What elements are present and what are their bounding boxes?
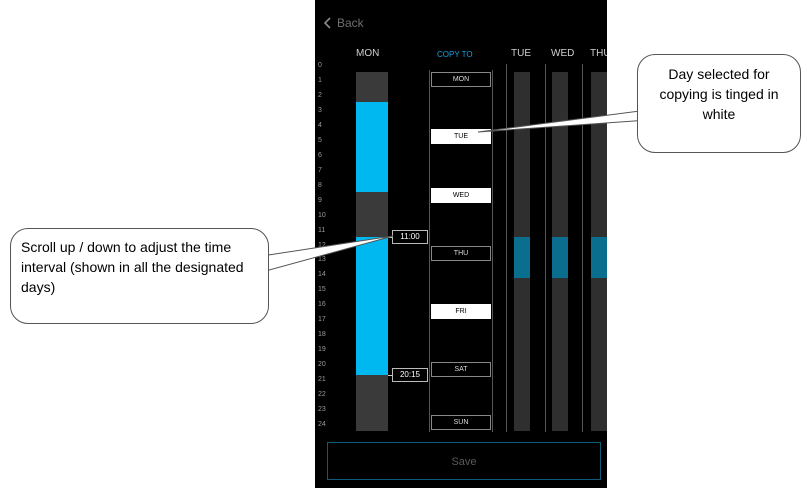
- copy-day-sat-button[interactable]: SAT: [431, 362, 491, 377]
- hour-label: 14: [318, 271, 326, 279]
- copy-day-fri-button[interactable]: FRI: [431, 304, 491, 319]
- column-divider: [506, 64, 507, 432]
- column-divider: [582, 64, 583, 432]
- copied-interval-bar: [514, 236, 530, 279]
- hour-label: 3: [318, 106, 322, 114]
- thursday-header: THU: [590, 48, 607, 59]
- hour-label: 15: [318, 286, 326, 294]
- hour-label: 21: [318, 376, 326, 384]
- hour-label: 18: [318, 331, 326, 339]
- start-time-handle[interactable]: 11:00: [392, 229, 428, 244]
- hour-label: 2: [318, 91, 322, 99]
- wednesday-time-track: [552, 72, 568, 431]
- copy-day-mon-button[interactable]: MON: [431, 72, 491, 87]
- scroll-callout: Scroll up / down to adjust the time inte…: [10, 228, 269, 324]
- copied-interval-bar: [552, 236, 568, 279]
- back-label: Back: [337, 16, 364, 30]
- hour-label: 4: [318, 121, 322, 129]
- hour-label: 23: [318, 406, 326, 414]
- hour-label: 16: [318, 301, 326, 309]
- tuesday-header: TUE: [511, 48, 531, 59]
- day-selected-callout: Day selected for copying is tinged in wh…: [637, 54, 801, 153]
- hour-label: 8: [318, 181, 322, 189]
- hour-label: 20: [318, 361, 326, 369]
- hour-label: 6: [318, 151, 322, 159]
- hour-label: 0: [318, 62, 322, 69]
- monday-time-track[interactable]: [356, 72, 388, 431]
- back-button[interactable]: Back: [323, 16, 364, 30]
- schedule-screen: Back MON COPY TO TUE WED THU 01234567891…: [315, 0, 607, 488]
- copy-day-wed-button[interactable]: WED: [431, 188, 491, 203]
- chevron-left-icon: [323, 17, 331, 29]
- tuesday-time-track: [514, 72, 530, 431]
- save-button[interactable]: Save: [327, 442, 601, 480]
- hour-label: 7: [318, 166, 322, 174]
- thursday-time-track: [591, 72, 607, 431]
- copy-day-thu-button[interactable]: THU: [431, 246, 491, 261]
- active-interval-bar: [356, 236, 388, 375]
- column-divider: [545, 64, 546, 432]
- hour-label: 24: [318, 421, 326, 428]
- hour-label: 10: [318, 211, 326, 219]
- copy-to-header: COPY TO: [437, 50, 473, 59]
- hour-label: 12: [318, 241, 326, 249]
- hour-label: 11: [318, 226, 326, 234]
- hour-label: 5: [318, 136, 322, 144]
- copy-day-tue-button[interactable]: TUE: [431, 129, 491, 144]
- hour-label: 19: [318, 346, 326, 354]
- hour-label: 22: [318, 391, 326, 399]
- hour-label: 17: [318, 316, 326, 324]
- copied-interval-bar: [591, 236, 607, 279]
- end-time-handle[interactable]: 20:15: [392, 367, 428, 382]
- copy-day-sun-button[interactable]: SUN: [431, 415, 491, 430]
- hour-label: 9: [318, 196, 322, 204]
- hour-label: 13: [318, 256, 326, 264]
- active-interval-bar: [356, 101, 388, 192]
- monday-header: MON: [356, 48, 380, 59]
- hour-label: 1: [318, 76, 322, 84]
- wednesday-header: WED: [551, 48, 575, 59]
